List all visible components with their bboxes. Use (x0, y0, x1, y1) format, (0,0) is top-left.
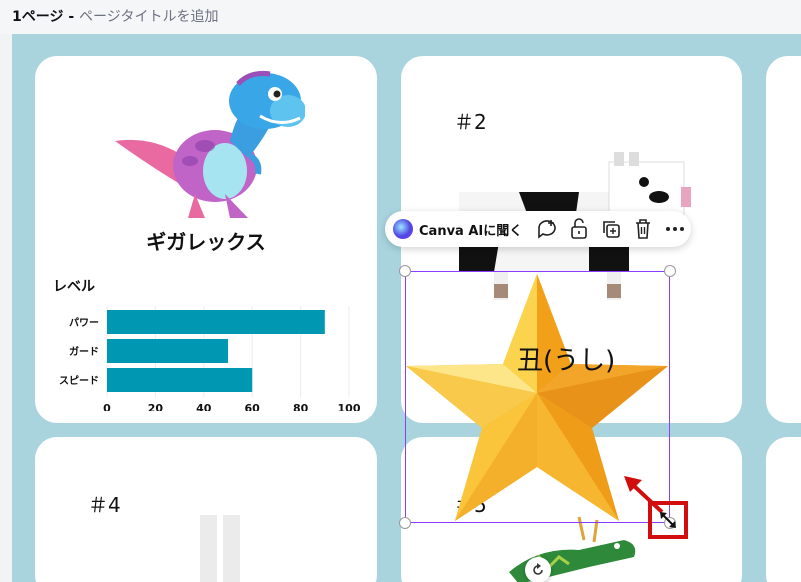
comment-add-icon[interactable] (536, 218, 558, 240)
category-label: スピード (59, 375, 99, 387)
x-tick-label: 100 (338, 402, 361, 411)
duplicate-icon[interactable] (600, 218, 622, 240)
pillar-shape[interactable] (200, 515, 217, 582)
unlock-icon[interactable] (568, 218, 590, 240)
resize-handle-top-left[interactable] (399, 265, 411, 277)
more-icon[interactable] (664, 218, 686, 240)
chart-title: レベル (53, 279, 95, 295)
level-bar-chart[interactable]: 0 20 40 60 80 100 パワーガードスピード (45, 301, 365, 411)
category-label: パワー (69, 317, 99, 329)
card-2-label: ＃2 (454, 110, 487, 134)
dinosaur-illustration[interactable] (110, 66, 305, 226)
resize-diagonal-icon (660, 512, 676, 528)
page-title-placeholder[interactable]: ページタイトルを追加 (79, 9, 218, 25)
card-4-label: ＃4 (88, 493, 121, 517)
x-tick-label: 40 (196, 402, 212, 411)
card-6[interactable] (766, 437, 801, 582)
pillar-shape[interactable] (223, 515, 240, 582)
canva-ai-icon[interactable] (393, 219, 413, 239)
bar-1 (107, 339, 228, 363)
rotate-icon (533, 563, 543, 575)
page-title-bar: 1ページ - ページタイトルを追加 (0, 0, 801, 34)
element-context-toolbar: Canva AIに聞く (385, 211, 691, 247)
x-tick-label: 80 (293, 402, 309, 411)
trash-icon[interactable] (632, 218, 654, 240)
page-number: 1ページ (12, 9, 64, 25)
x-tick-label: 0 (103, 402, 111, 411)
rotate-button[interactable] (525, 557, 551, 582)
annotation-highlight-box (648, 501, 688, 539)
dino-name: ギガレックス (146, 230, 266, 254)
title-separator: - (63, 9, 80, 25)
x-tick-label: 20 (148, 402, 164, 411)
card-3[interactable] (766, 56, 801, 423)
card-4[interactable]: ＃4 (35, 437, 377, 582)
ask-canva-ai-button[interactable]: Canva AIに聞く (419, 220, 522, 239)
page-title[interactable]: 1ページ - ページタイトルを追加 (12, 6, 218, 26)
bar-0 (107, 310, 325, 334)
resize-handle-bottom-left[interactable] (399, 517, 411, 529)
card-dino[interactable]: ギガレックス レベル 0 20 40 60 80 100 パワーガードスピード (35, 56, 377, 423)
x-tick-label: 60 (245, 402, 261, 411)
resize-handle-top-right[interactable] (664, 265, 676, 277)
category-label: ガード (69, 345, 99, 358)
bar-2 (107, 368, 253, 392)
